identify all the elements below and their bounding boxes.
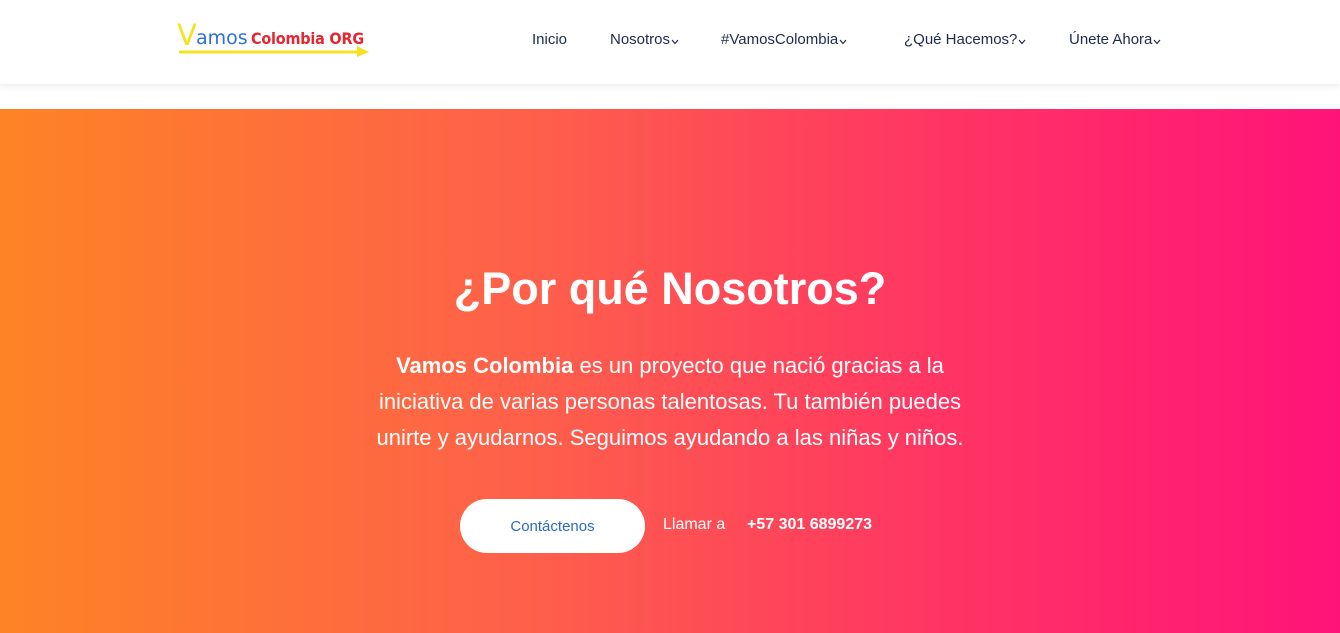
hero-description-bold: Vamos Colombia bbox=[396, 353, 574, 378]
nav-item-label: Inicio bbox=[532, 31, 568, 48]
nav-item-label: ¿Qué Hacemos? bbox=[904, 31, 1018, 48]
nav-item-label: Únete Ahora bbox=[1069, 31, 1153, 48]
chevron-down-icon bbox=[1153, 39, 1161, 44]
nav-item-que-hacemos[interactable]: ¿Qué Hacemos? bbox=[904, 30, 1026, 50]
nav-item-vamoscolombia[interactable]: #VamosColombia bbox=[721, 30, 847, 50]
hero-title: ¿Por qué Nosotros? bbox=[453, 263, 887, 314]
nav-item-label: Nosotros bbox=[610, 31, 671, 48]
site-header: V amos Colombia ORG Inicio Nosotros #Vam… bbox=[0, 0, 1340, 84]
hero-description: Vamos Colombia es un proyecto que nació … bbox=[352, 348, 988, 456]
call-label: Llamar a bbox=[663, 516, 726, 533]
nav-item-unete-ahora[interactable]: Únete Ahora bbox=[1069, 30, 1161, 50]
phone-link[interactable]: +57 301 6899273 bbox=[747, 515, 872, 535]
nav-item-inicio[interactable]: Inicio bbox=[532, 30, 567, 50]
contact-button[interactable]: Contáctenos bbox=[460, 499, 645, 553]
nav-item-nosotros[interactable]: Nosotros bbox=[610, 30, 679, 50]
chevron-down-icon bbox=[839, 39, 847, 44]
nav-item-label: #VamosColombia bbox=[721, 31, 839, 48]
hero-section: ¿Por qué Nosotros? Vamos Colombia es un … bbox=[0, 109, 1340, 633]
chevron-down-icon bbox=[1018, 39, 1026, 44]
logo-arrow-icon bbox=[179, 46, 369, 57]
chevron-down-icon bbox=[671, 39, 679, 44]
site-logo[interactable]: V amos Colombia ORG bbox=[176, 18, 370, 60]
